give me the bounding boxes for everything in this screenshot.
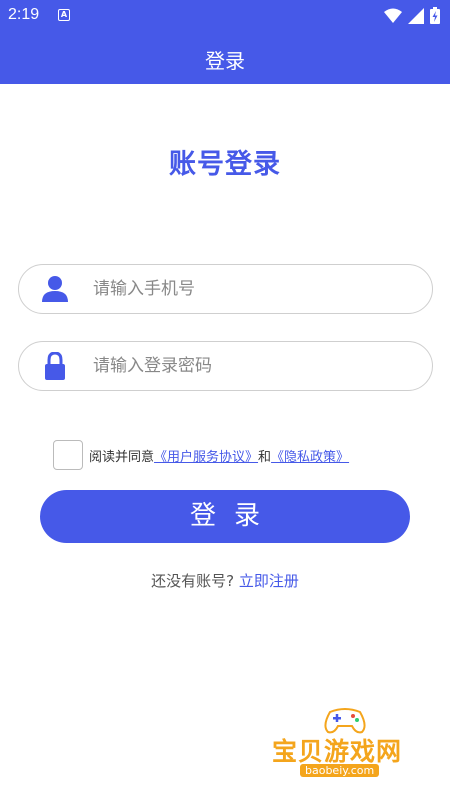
- agreement-checkbox[interactable]: [53, 440, 83, 470]
- signal-icon: [408, 7, 424, 24]
- app-bar-title: 登录: [205, 49, 245, 73]
- notification-icon: A: [58, 9, 70, 21]
- phone-input[interactable]: [93, 265, 413, 312]
- page-title: 账号登录: [169, 149, 281, 180]
- gamepad-icon: [324, 708, 366, 734]
- lock-icon: [45, 352, 65, 380]
- battery-icon: [430, 7, 440, 24]
- register-row: 还没有账号? 立即注册: [0, 570, 450, 591]
- app-bar: 登录: [0, 32, 450, 84]
- status-icons: [384, 7, 440, 24]
- agreement-prefix: 阅读并同意: [89, 449, 155, 465]
- register-prompt: 还没有账号?: [151, 572, 235, 590]
- terms-link[interactable]: 《用户服务协议》: [154, 446, 258, 465]
- agreement-conjunction: 和: [258, 449, 272, 465]
- status-bar: 2:19 A: [0, 0, 450, 32]
- wifi-icon: [384, 8, 402, 23]
- user-icon: [42, 276, 68, 302]
- register-link[interactable]: 立即注册: [239, 572, 299, 590]
- password-field[interactable]: [18, 341, 433, 391]
- watermark-text: 宝贝游戏网: [272, 737, 403, 766]
- phone-field[interactable]: [18, 264, 433, 314]
- password-input[interactable]: [93, 342, 413, 389]
- watermark-logo: 宝贝游戏网 baobeiy.com: [272, 706, 422, 788]
- agreement-row: 阅读并同意 《用户服务协议》 和 《隐私政策》: [53, 440, 349, 470]
- privacy-link[interactable]: 《隐私政策》: [271, 446, 349, 465]
- status-time: 2:19: [8, 6, 40, 23]
- login-button[interactable]: 登录: [40, 490, 410, 543]
- watermark-url: baobeiy.com: [300, 764, 380, 777]
